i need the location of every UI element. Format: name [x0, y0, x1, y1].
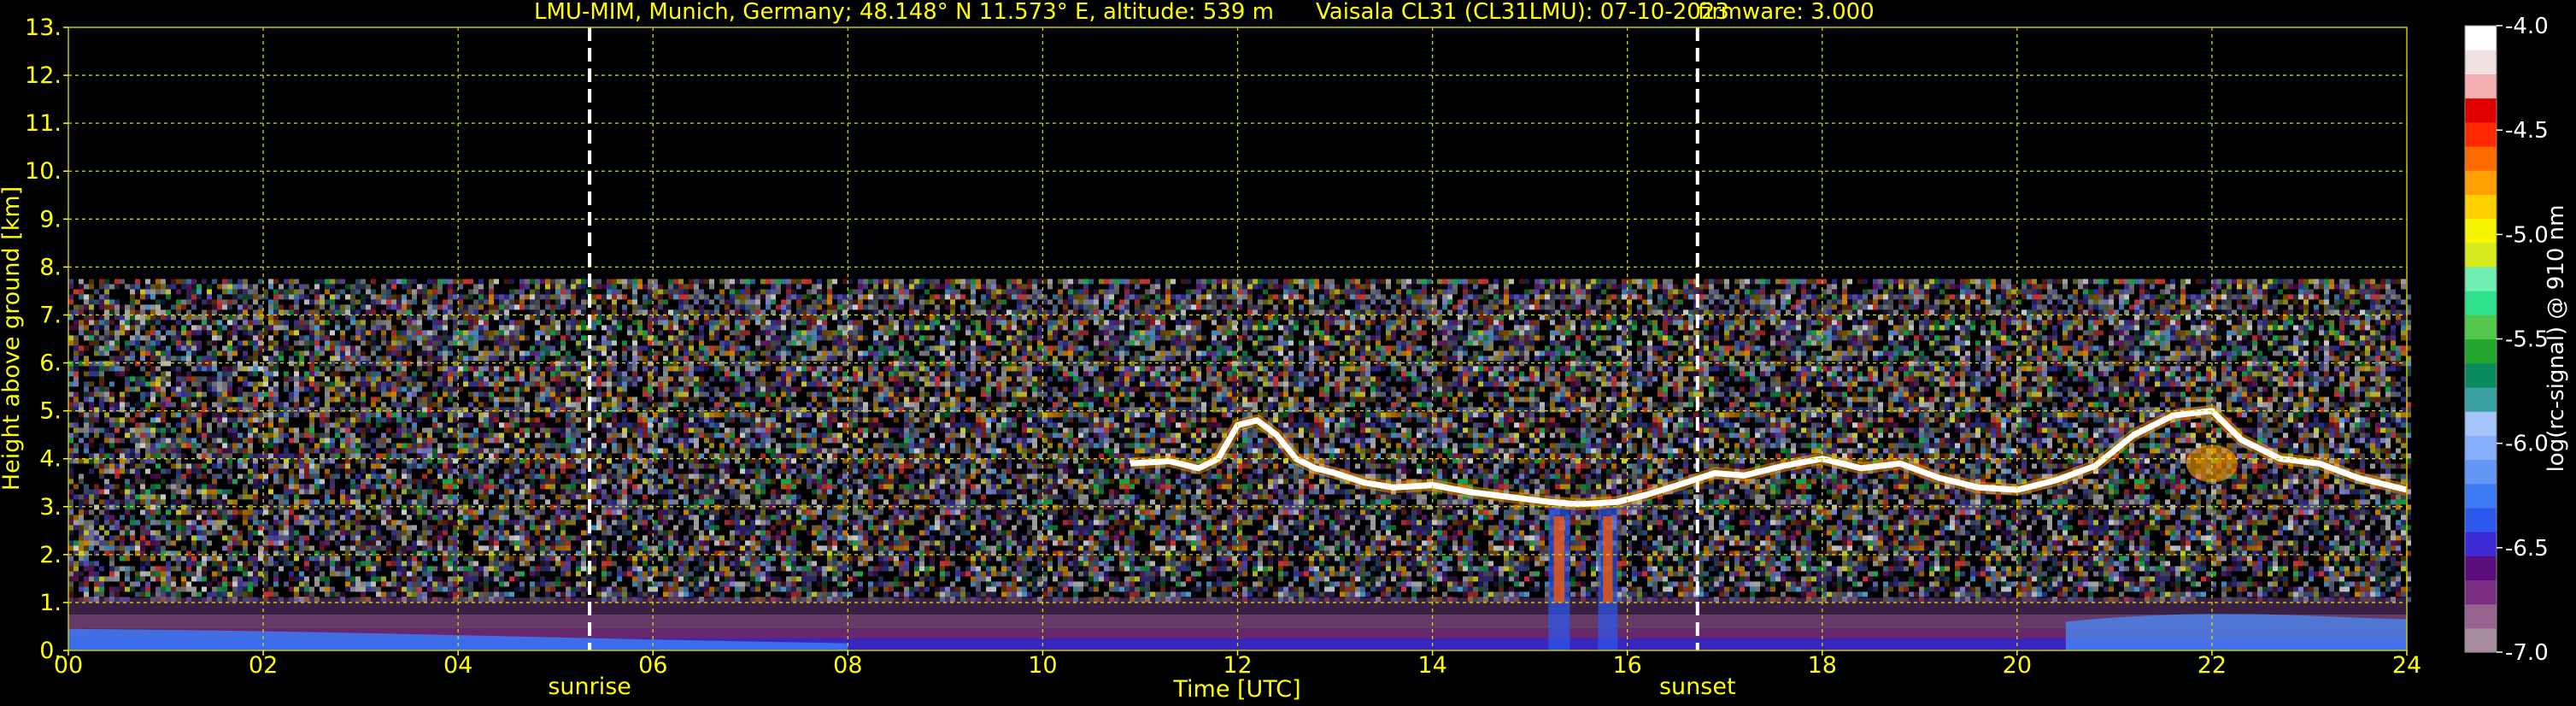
colorbar-segment	[2465, 483, 2497, 509]
colorbar-segment	[2465, 242, 2497, 268]
x-tick-label: 14	[1417, 652, 1446, 679]
colorbar-tick-label: -4.0	[2505, 14, 2549, 39]
colorbar-segment	[2465, 146, 2497, 171]
chart-title-left: LMU-MIM, Munich, Germany; 48.148° N 11.5…	[534, 0, 1274, 25]
marker-label-sunrise: sunrise	[548, 674, 631, 700]
y-tick-label: 3.	[39, 494, 62, 521]
colorbar-tick-label: -6.5	[2505, 536, 2549, 562]
colorbar-gradient	[2465, 26, 2497, 653]
x-tick-label: 20	[2003, 652, 2032, 679]
y-tick-label: 2.	[39, 542, 62, 568]
y-axis-label: Height above ground [km]	[0, 186, 25, 491]
colorbar-segment	[2465, 50, 2497, 74]
y-tick-label: 1.	[39, 590, 62, 616]
colorbar-segment	[2465, 291, 2497, 315]
y-tick-label: 13.	[25, 15, 62, 41]
colorbar-segment	[2465, 435, 2497, 461]
colorbar-tick-label: -6.0	[2505, 432, 2549, 457]
colorbar-segment	[2465, 97, 2497, 123]
colorbar-segment	[2465, 556, 2497, 580]
chart-title-right: firmware: 3.000	[1698, 0, 1875, 25]
colorbar-segment	[2465, 194, 2497, 220]
y-tick-label: 7.	[39, 302, 62, 328]
x-tick-label: 06	[638, 652, 667, 679]
colorbar-segment	[2465, 26, 2497, 50]
colorbar-segment	[2465, 411, 2497, 436]
colorbar-segment	[2465, 121, 2497, 147]
ceilometer-chart: LMU-MIM, Munich, Germany; 48.148° N 11.5…	[0, 0, 2576, 706]
colorbar-segment	[2465, 627, 2497, 653]
colorbar-segment	[2465, 266, 2497, 291]
x-tick-label: 08	[833, 652, 862, 679]
x-tick-label: 22	[2198, 652, 2227, 679]
colorbar-segment	[2465, 386, 2497, 412]
x-tick-label: 16	[1612, 652, 1641, 679]
y-tick-label: 10.	[25, 158, 62, 185]
colorbar-segment	[2465, 507, 2497, 532]
x-tick-label: 12	[1223, 652, 1252, 679]
colorbar-segment	[2465, 603, 2497, 629]
colorbar-segment	[2465, 580, 2497, 605]
colorbar-segment	[2465, 218, 2497, 244]
colorbar-label: log(rc-signal) @ 910 nm	[2544, 205, 2569, 473]
colorbar-segment	[2465, 170, 2497, 195]
colorbar-tick-label: -5.5	[2505, 327, 2549, 353]
colorbar-segment	[2465, 338, 2497, 364]
colorbar-segment	[2465, 362, 2497, 388]
y-tick-label: 0.	[39, 638, 62, 664]
y-tick-label: 4.	[39, 446, 62, 473]
x-tick-label: 18	[1808, 652, 1837, 679]
chart-title-middle: Vaisala CL31 (CL31LMU): 07-10-2023	[1316, 0, 1729, 25]
x-axis-label: Time [UTC]	[1172, 676, 1300, 703]
marker-label-sunset: sunset	[1659, 674, 1736, 700]
x-tick-label: 24	[2392, 652, 2421, 679]
y-tick-label: 8.	[39, 254, 62, 280]
y-tick-label: 12.	[25, 62, 62, 89]
x-tick-label: 04	[443, 652, 472, 679]
y-tick-label: 9.	[39, 206, 62, 232]
y-tick-label: 11.	[25, 110, 62, 137]
colorbar-segment	[2465, 532, 2497, 556]
y-tick-label: 5.	[39, 398, 62, 425]
colorbar-segment	[2465, 74, 2497, 99]
plot-area	[67, 26, 2411, 651]
y-tick-label: 6.	[39, 350, 62, 377]
colorbar-tick-label: -7.0	[2505, 640, 2549, 666]
colorbar-segment	[2465, 459, 2497, 485]
colorbar-tick-label: -4.5	[2505, 118, 2549, 144]
x-tick-label: 10	[1028, 652, 1057, 679]
x-tick-label: 02	[249, 652, 278, 679]
colorbar-segment	[2465, 315, 2497, 340]
colorbar-tick-label: -5.0	[2505, 222, 2549, 248]
